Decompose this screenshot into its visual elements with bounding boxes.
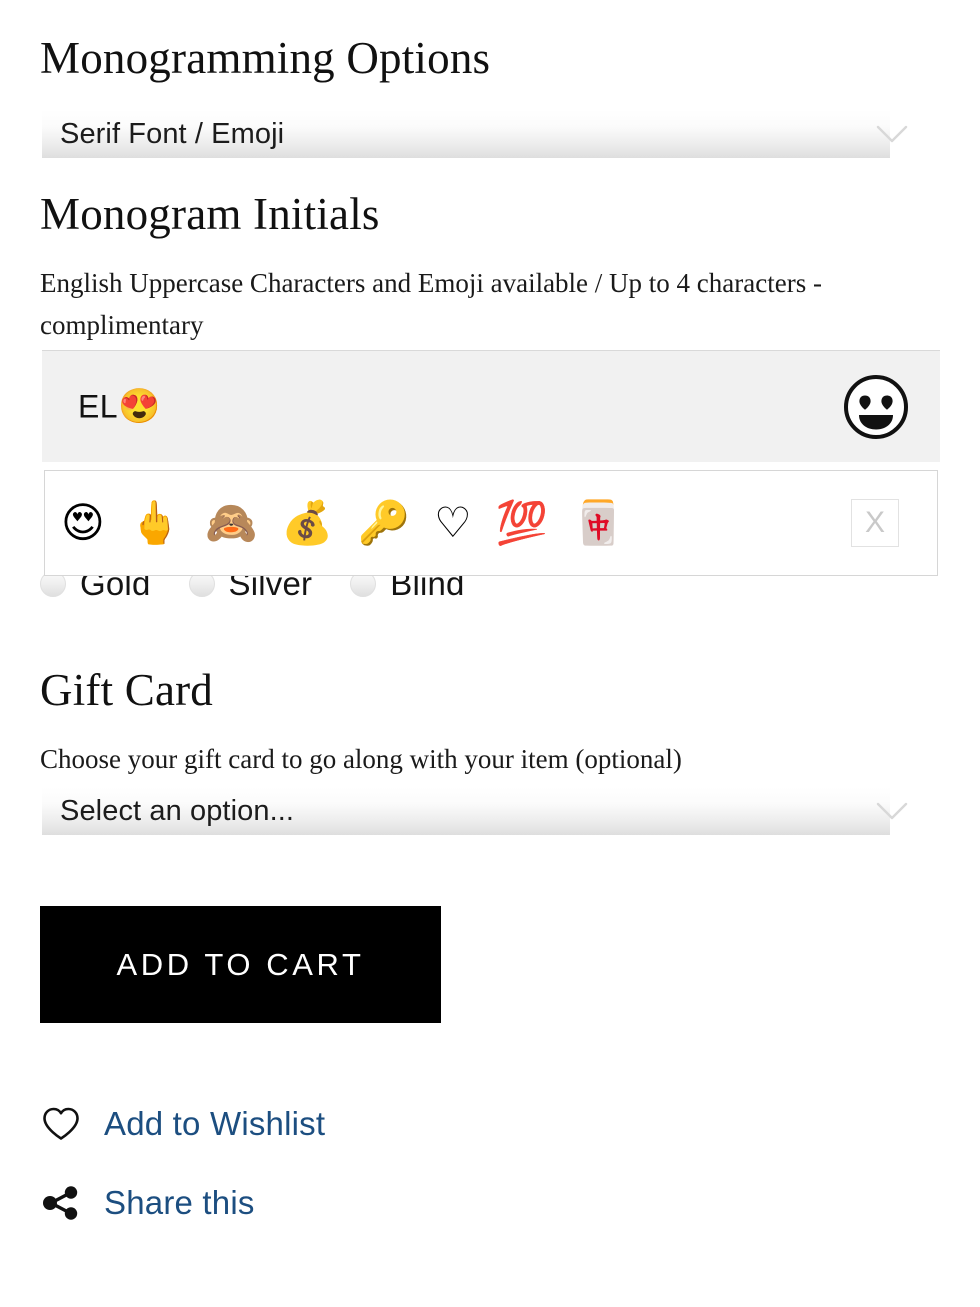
product-options-panel: Monogramming Options Serif Font / Emoji … xyxy=(0,0,980,1307)
share-icon xyxy=(40,1182,82,1224)
add-to-wishlist-link[interactable]: Add to Wishlist xyxy=(40,1103,325,1145)
font-style-select-wrap: Serif Font / Emoji xyxy=(42,110,890,158)
monogramming-options-title: Monogramming Options xyxy=(40,33,491,83)
emoji-see-no-evil-monkey[interactable]: 🙈 xyxy=(205,502,257,544)
gift-card-description: Choose your gift card to go along with y… xyxy=(40,744,682,774)
monogram-initials-description: English Uppercase Characters and Emoji a… xyxy=(40,268,822,340)
share-this-link[interactable]: Share this xyxy=(40,1182,255,1224)
font-style-select[interactable]: Serif Font / Emoji xyxy=(42,110,890,158)
emoji-picker-panel: 😍 🖕 🙈 💰 🔑 ♡ 💯 🀄 X xyxy=(44,470,938,576)
gift-card-select-wrap: Select an option... xyxy=(42,787,890,835)
add-to-wishlist-label: Add to Wishlist xyxy=(104,1105,326,1142)
add-to-cart-button[interactable]: ADD TO CART xyxy=(40,906,441,1023)
monogram-input-emoji: 😍 xyxy=(117,387,161,426)
emoji-smiling-face-with-heart-eyes[interactable]: 😍 xyxy=(61,502,105,544)
emoji-picker-list: 😍 🖕 🙈 💰 🔑 ♡ 💯 🀄 xyxy=(61,471,624,575)
emoji-hundred-points[interactable]: 💯 xyxy=(496,502,548,544)
font-style-select-value: Serif Font / Emoji xyxy=(60,117,285,150)
gift-card-title: Gift Card xyxy=(40,665,214,715)
gift-card-select[interactable]: Select an option... xyxy=(42,787,890,835)
share-this-label: Share this xyxy=(104,1184,255,1221)
gift-card-select-value: Select an option... xyxy=(60,794,295,827)
smiling-face-with-heart-eyes-icon[interactable] xyxy=(838,369,914,445)
emoji-money-bag[interactable]: 💰 xyxy=(281,502,333,544)
emoji-mahjong-red-dragon[interactable]: 🀄 xyxy=(572,502,624,544)
monogram-initials-input[interactable]: EL 😍 xyxy=(42,350,940,462)
monogram-input-value: EL 😍 xyxy=(78,388,161,425)
emoji-middle-finger[interactable]: 🖕 xyxy=(129,502,181,544)
heart-icon xyxy=(40,1103,82,1145)
monogram-input-text: EL xyxy=(78,388,118,424)
monogram-initials-title: Monogram Initials xyxy=(40,189,380,239)
emoji-key[interactable]: 🔑 xyxy=(358,502,410,544)
close-icon[interactable]: X xyxy=(851,499,899,547)
emoji-white-heart-outline[interactable]: ♡ xyxy=(434,502,472,544)
